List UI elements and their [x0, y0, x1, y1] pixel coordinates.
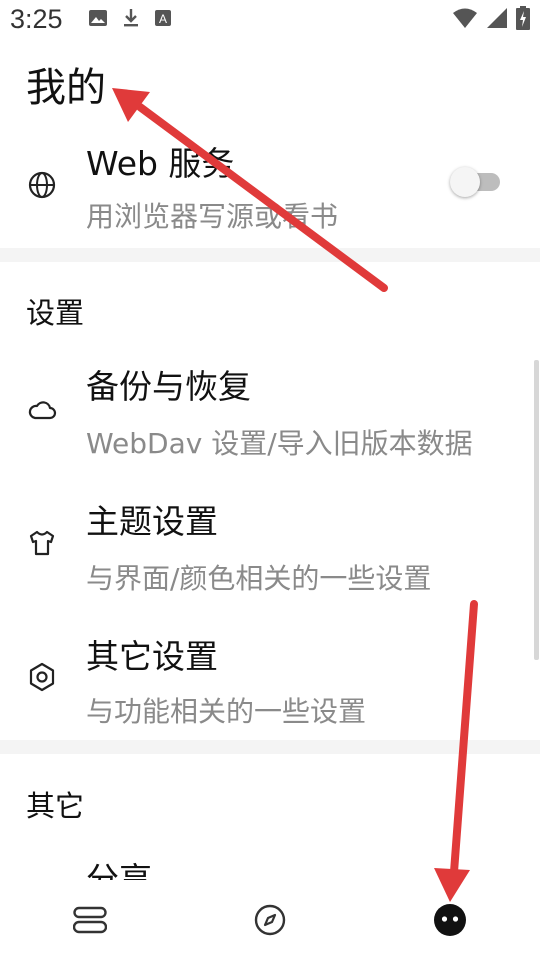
status-time: 3:25: [10, 4, 63, 34]
web-service-toggle[interactable]: [450, 167, 500, 197]
web-service-title: Web 服务: [86, 144, 235, 183]
status-bar: 3:25 A: [0, 0, 540, 44]
section-divider: [0, 740, 540, 754]
web-service-subtitle: 用浏览器写源或看书: [86, 200, 339, 233]
scrollbar[interactable]: [534, 360, 539, 660]
image-icon: [88, 9, 108, 31]
settings-item-backup[interactable]: 备份与恢复 WebDav 设置/导入旧版本数据: [0, 350, 540, 480]
shirt-icon: [27, 528, 57, 558]
cloud-icon: [27, 395, 57, 425]
other-item-share[interactable]: 分享: [0, 845, 540, 885]
nav-discover[interactable]: [250, 902, 290, 942]
compass-icon: [253, 903, 287, 941]
text-a-icon: A: [154, 9, 172, 31]
battery-icon: [516, 6, 530, 34]
settings-item-title: 备份与恢复: [86, 367, 251, 406]
settings-item-subtitle: 与功能相关的一些设置: [86, 695, 367, 728]
signal-icon: [486, 7, 508, 33]
bottom-nav: [0, 880, 540, 960]
profile-face-icon: [432, 902, 468, 942]
settings-item-theme[interactable]: 主题设置 与界面/颜色相关的一些设置: [0, 485, 540, 615]
settings-item-title: 其它设置: [86, 637, 218, 676]
other-section-header: 其它: [26, 789, 85, 823]
settings-item-subtitle: 与界面/颜色相关的一些设置: [86, 562, 432, 595]
nav-bookshelf[interactable]: [70, 902, 110, 942]
page-title: 我的: [26, 65, 106, 111]
svg-text:A: A: [159, 12, 167, 26]
settings-item-subtitle: WebDav 设置/导入旧版本数据: [86, 427, 473, 460]
toggle-thumb: [450, 167, 480, 197]
download-icon: [122, 8, 140, 32]
settings-item-title: 主题设置: [86, 502, 218, 541]
status-notification-icons: A: [88, 8, 172, 32]
status-system-icons: [452, 6, 530, 34]
globe-icon: [27, 170, 57, 200]
section-divider: [0, 248, 540, 262]
settings-section-header: 设置: [26, 296, 85, 330]
nav-profile[interactable]: [430, 902, 470, 942]
settings-item-other[interactable]: 其它设置 与功能相关的一些设置: [0, 620, 540, 740]
bookshelf-icon: [72, 905, 108, 939]
settings-hexagon-icon: [27, 662, 57, 692]
wifi-icon: [452, 7, 478, 33]
